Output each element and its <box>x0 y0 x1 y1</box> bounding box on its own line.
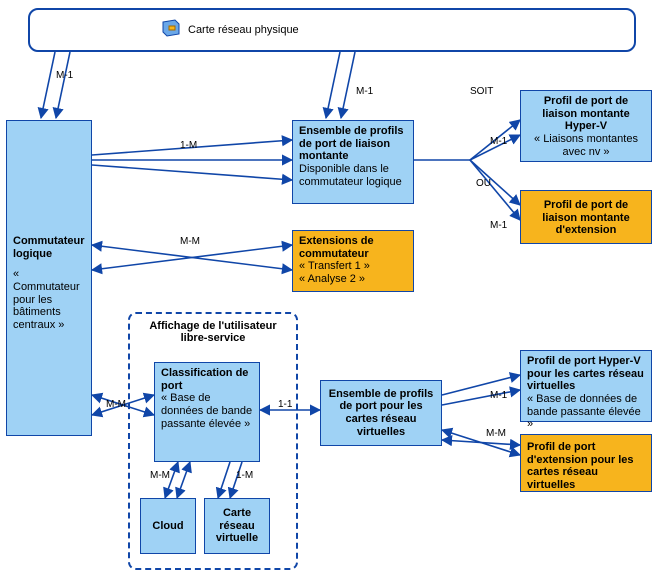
rel-label: M-1 <box>356 86 373 97</box>
node-subtitle: « Liaisons montantes avec nv » <box>527 133 645 158</box>
node-hyperv-uplink-profile: Profil de port de liaison montante Hyper… <box>520 90 652 162</box>
node-sub1: « Transfert 1 » <box>299 260 407 273</box>
node-vnic-profile-set: Ensemble de profils de port pour les car… <box>320 380 442 446</box>
node-cloud: Cloud <box>140 498 196 554</box>
rel-label: M-1 <box>490 390 507 401</box>
rel-label: M-1 <box>490 220 507 231</box>
node-title: Profil de port d'extension pour les cart… <box>527 441 645 492</box>
node-subtitle: Disponible dans le commutateur logique <box>299 163 407 188</box>
node-virtual-nic: Carte réseau virtuelle <box>204 498 270 554</box>
node-title: Extensions de commutateur <box>299 235 407 260</box>
node-title: Classification de port <box>161 367 253 392</box>
node-title: Ensemble de profils de port pour les car… <box>327 388 435 439</box>
node-title: Carte réseau virtuelle <box>211 507 263 545</box>
node-title: Commutateur logique <box>13 235 85 260</box>
node-title: Profil de port Hyper-V pour les cartes r… <box>527 355 645 393</box>
rel-label: OU <box>476 178 491 189</box>
rel-label: M-M <box>106 399 126 410</box>
rel-label: M-M <box>180 236 200 247</box>
node-uplink-profile-set: Ensemble de profils de port de liaison m… <box>292 120 414 204</box>
physical-nic-box: Carte réseau physique <box>28 8 636 52</box>
node-title: Profil de port de liaison montante Hyper… <box>527 95 645 133</box>
rel-label: M-1 <box>56 70 73 81</box>
node-logical-switch: Commutateur logique « Commutateur pour l… <box>6 120 92 436</box>
node-extension-uplink-profile: Profil de port de liaison montante d'ext… <box>520 190 652 244</box>
node-port-classification: Classification de port « Base de données… <box>154 362 260 462</box>
node-subtitle: « Base de données de bande passante élev… <box>527 393 645 431</box>
rel-label: M-M <box>486 428 506 439</box>
rel-label: 1-M <box>180 140 197 151</box>
node-subtitle: « Base de données de bande passante élev… <box>161 392 253 430</box>
node-sub2: « Analyse 2 » <box>299 273 407 286</box>
physical-nic-label: Carte réseau physique <box>188 24 299 37</box>
node-extension-vnic-profile: Profil de port d'extension pour les cart… <box>520 434 652 492</box>
node-title: Ensemble de profils de port de liaison m… <box>299 125 407 163</box>
node-switch-extensions: Extensions de commutateur « Transfert 1 … <box>292 230 414 292</box>
node-subtitle: « Commutateur pour les bâtiments centrau… <box>13 268 85 331</box>
rel-label: M-1 <box>490 136 507 147</box>
nic-icon <box>160 19 182 41</box>
panel-title: Affichage de l'utilisateur libre-service <box>138 320 288 344</box>
node-title: Profil de port de liaison montante d'ext… <box>527 199 645 237</box>
rel-label: SOIT <box>470 86 493 97</box>
node-hyperv-vnic-profile: Profil de port Hyper-V pour les cartes r… <box>520 350 652 422</box>
node-title: Cloud <box>152 520 183 533</box>
